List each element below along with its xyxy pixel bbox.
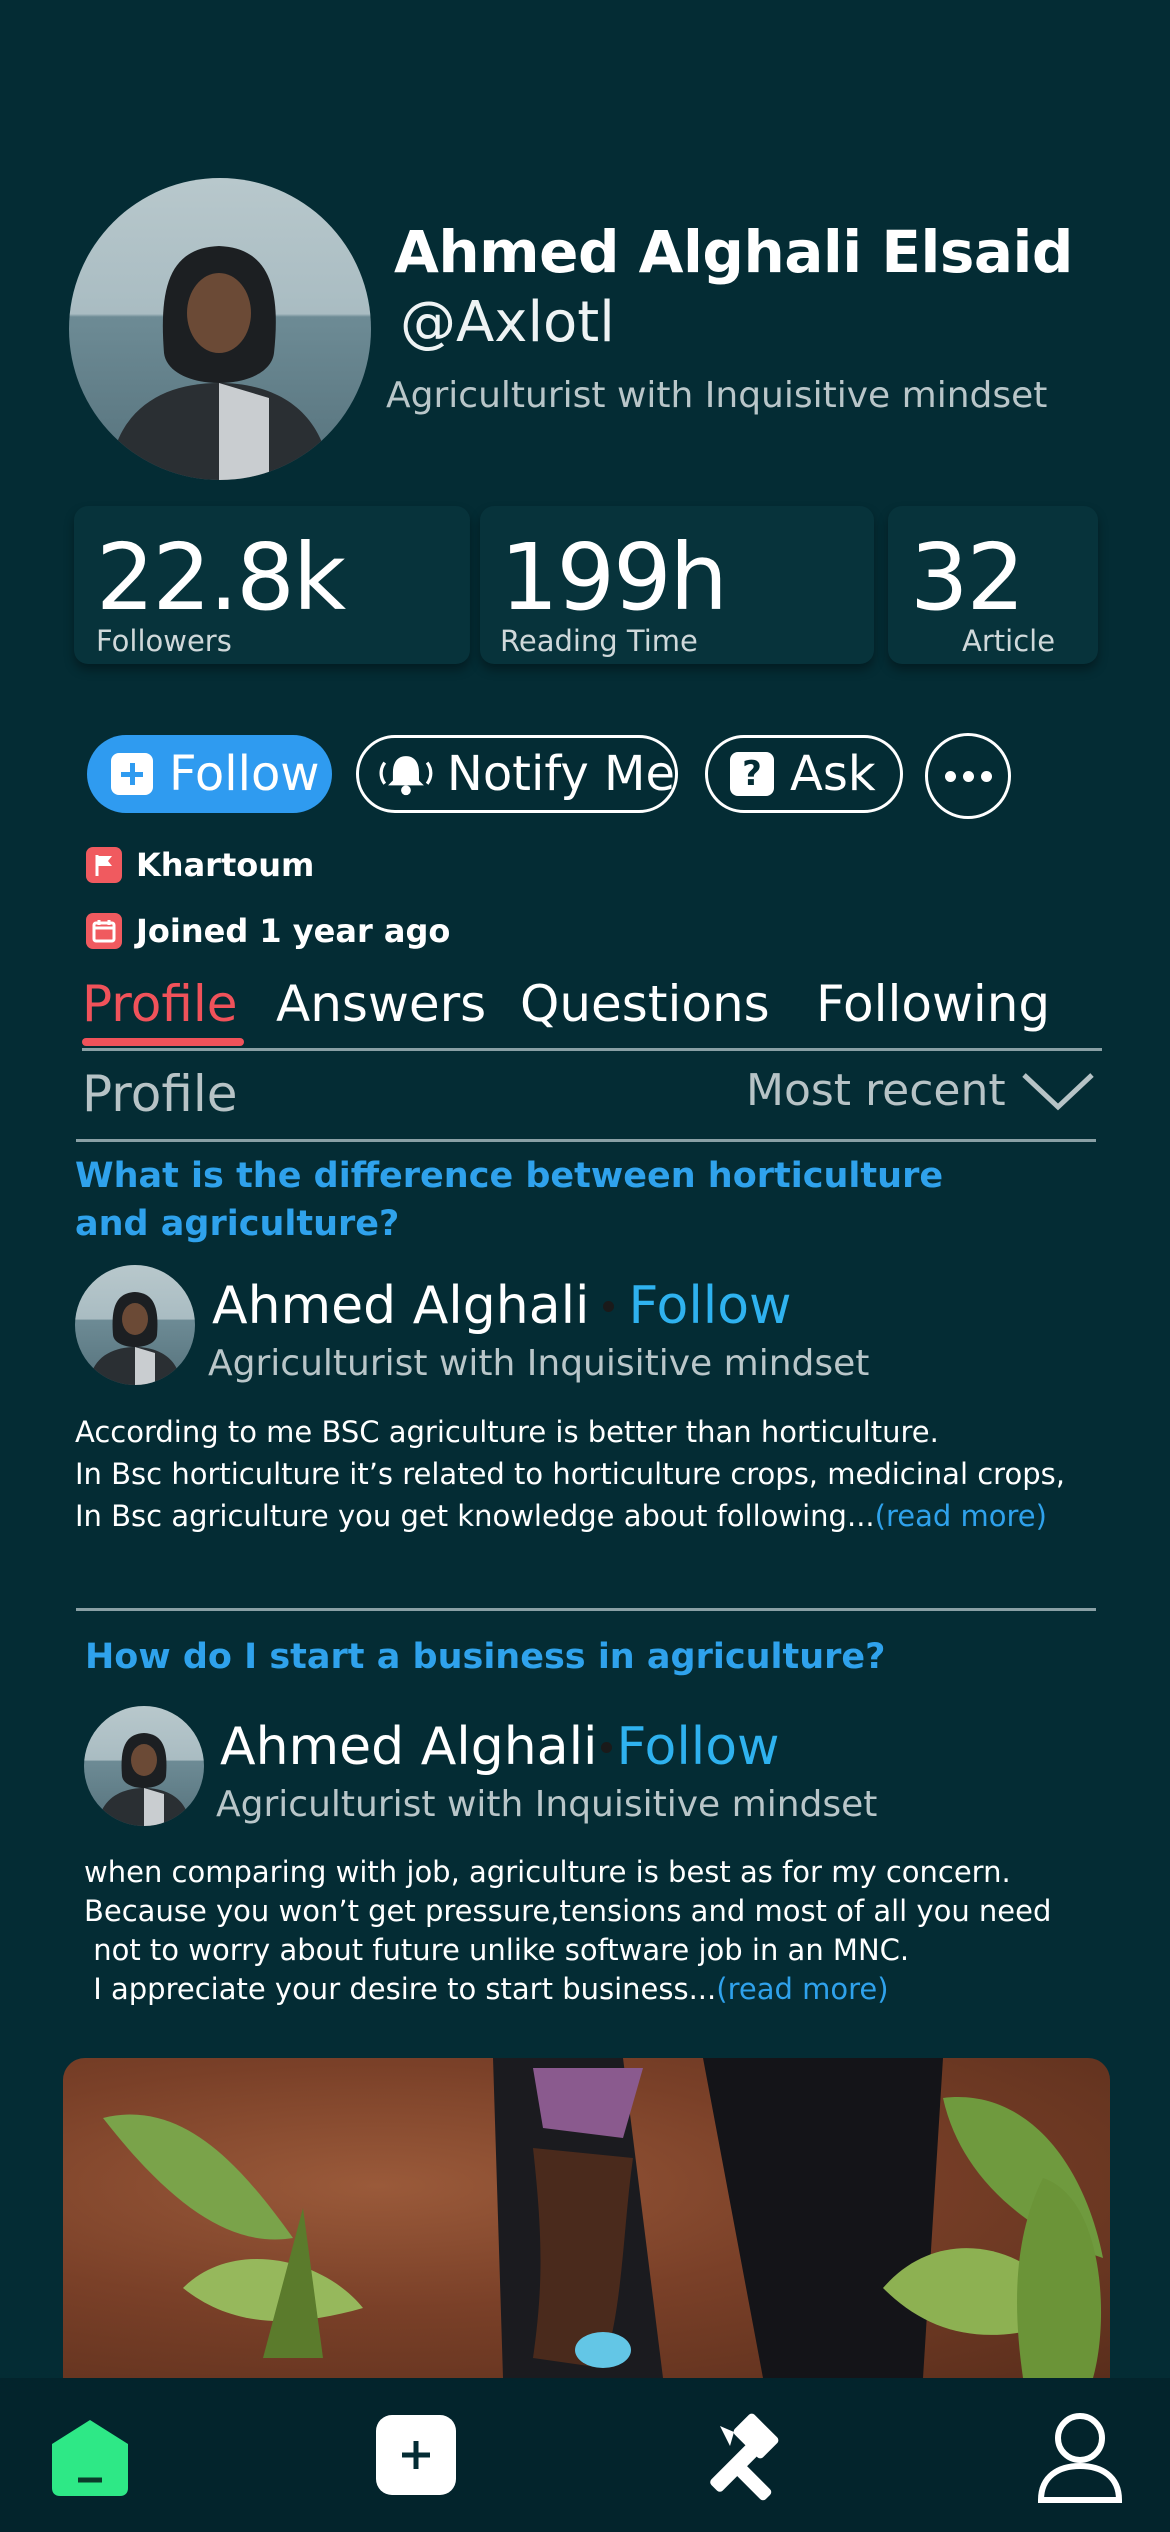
- post-divider: [76, 1608, 1096, 1611]
- author-avatar[interactable]: [84, 1706, 204, 1826]
- author-avatar[interactable]: [75, 1265, 195, 1385]
- author-row: Ahmed Alghali Follow: [220, 1717, 780, 1777]
- question-icon: ?: [730, 752, 774, 796]
- author-row: Ahmed Alghali Follow: [212, 1276, 792, 1336]
- profile-handle: @Axlotl: [400, 290, 615, 355]
- stat-value: 22.8k: [96, 524, 346, 631]
- more-options-button[interactable]: [925, 733, 1011, 819]
- bottom-navigation: [0, 2378, 1170, 2532]
- stat-label: Article: [962, 624, 1056, 658]
- author-name[interactable]: Ahmed Alghali: [212, 1276, 589, 1336]
- notify-me-button[interactable]: Notify Me: [356, 735, 678, 813]
- bell-icon: [379, 756, 433, 796]
- user-icon[interactable]: [1035, 2410, 1125, 2505]
- profile-name: Ahmed Alghali Elsaid: [394, 218, 1073, 286]
- author-follow-link[interactable]: Follow: [628, 1276, 791, 1336]
- stat-value: 32: [910, 524, 1025, 631]
- author-follow-link[interactable]: Follow: [616, 1717, 779, 1777]
- active-tab-indicator: [82, 1038, 244, 1046]
- stat-reading-time[interactable]: 199h Reading Time: [480, 506, 874, 664]
- post-image[interactable]: [63, 2058, 1110, 2378]
- tab-questions[interactable]: Questions: [520, 975, 770, 1033]
- location-text: Khartoum: [136, 846, 315, 884]
- chevron-down-icon: [1021, 1072, 1094, 1110]
- author-bio: Agriculturist with Inquisitive mindset: [216, 1784, 878, 1825]
- location-row: Khartoum: [86, 846, 314, 884]
- joined-text: Joined 1 year ago: [136, 912, 451, 950]
- read-more-link[interactable]: (read more): [716, 1972, 888, 2006]
- question-title[interactable]: What is the difference between horticult…: [75, 1152, 943, 1248]
- read-more-link[interactable]: (read more): [875, 1499, 1047, 1533]
- stat-followers[interactable]: 22.8k Followers: [74, 506, 470, 664]
- stat-articles[interactable]: 32 Article: [888, 506, 1098, 664]
- tools-icon[interactable]: [700, 2412, 795, 2507]
- follow-button-label: Follow: [169, 746, 320, 802]
- home-icon[interactable]: [50, 2418, 130, 2498]
- tab-answers[interactable]: Answers: [276, 975, 486, 1033]
- section-title: Profile: [82, 1065, 238, 1123]
- sort-label: Most recent: [746, 1065, 1006, 1116]
- calendar-icon: [86, 913, 122, 949]
- flag-icon: [86, 847, 122, 883]
- section-divider: [76, 1139, 1096, 1142]
- tab-profile[interactable]: Profile: [82, 975, 237, 1033]
- stat-label: Followers: [96, 624, 232, 658]
- joined-row: Joined 1 year ago: [86, 912, 450, 950]
- notify-me-label: Notify Me: [446, 746, 675, 802]
- follow-button[interactable]: Follow: [87, 735, 332, 813]
- author-bio: Agriculturist with Inquisitive mindset: [208, 1343, 870, 1384]
- ask-label: Ask: [790, 746, 876, 802]
- question-title[interactable]: How do I start a business in agriculture…: [85, 1633, 885, 1681]
- answer-text: According to me BSC agriculture is bette…: [75, 1415, 1065, 1533]
- profile-avatar[interactable]: [69, 178, 371, 480]
- stat-value: 199h: [500, 524, 728, 631]
- more-icon: [944, 770, 956, 782]
- tab-following[interactable]: Following: [816, 975, 1050, 1033]
- add-icon[interactable]: [376, 2415, 456, 2495]
- sort-dropdown[interactable]: Most recent: [746, 1065, 1096, 1116]
- author-name[interactable]: Ahmed Alghali: [220, 1717, 597, 1777]
- profile-bio: Agriculturist with Inquisitive mindset: [386, 375, 1048, 416]
- tab-divider: [82, 1048, 1102, 1051]
- answer-text: when comparing with job, agriculture is …: [84, 1855, 1052, 2006]
- plus-icon: [111, 753, 153, 795]
- stat-label: Reading Time: [500, 624, 698, 658]
- ask-button[interactable]: ? Ask: [705, 735, 903, 813]
